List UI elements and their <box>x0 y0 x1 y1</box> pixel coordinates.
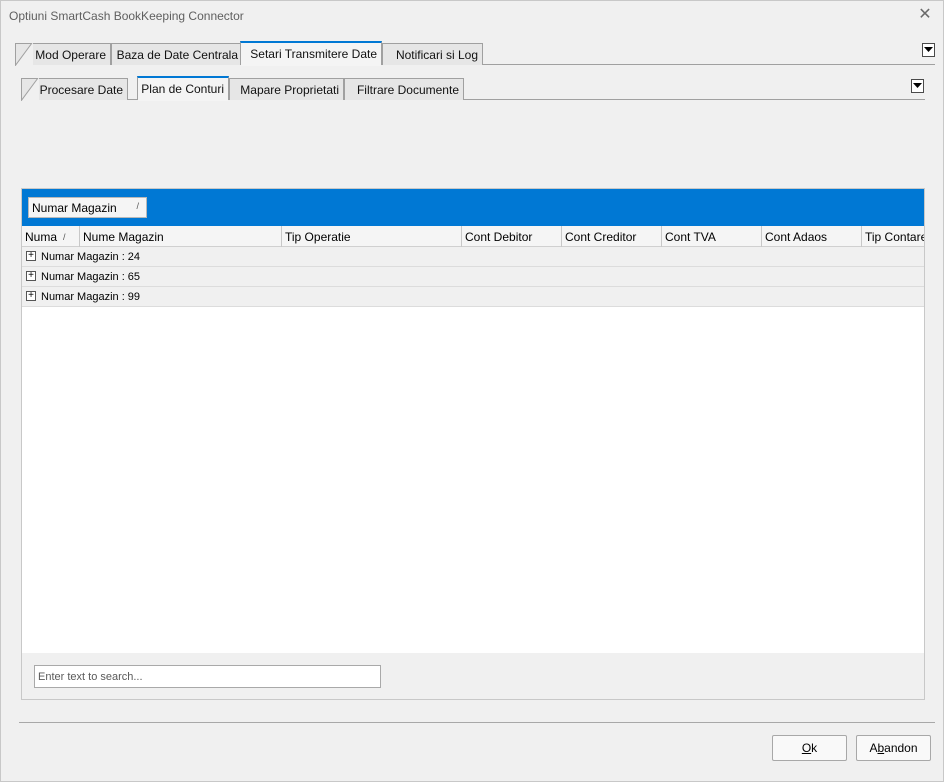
tab-label: Baza de Date Centrala <box>116 47 238 62</box>
button-mnemonic: b <box>877 741 885 755</box>
tab-label: Mod Operare <box>35 47 106 62</box>
sub-tabs-dropdown-button[interactable] <box>911 79 924 93</box>
column-header-numar[interactable]: Numa / <box>22 226 80 247</box>
accounts-grid: Numar Magazin / Numa / Nume Magazin Tip … <box>21 188 925 700</box>
divider <box>19 722 935 723</box>
main-tabs-dropdown-button[interactable] <box>922 43 935 57</box>
window-title: Optiuni SmartCash BookKeeping Connector <box>9 9 244 23</box>
tab-label: Mapare Proprietati <box>240 82 339 97</box>
ok-button[interactable]: Ok <box>772 735 847 761</box>
column-header-cont-adaos[interactable]: Cont Adaos <box>762 226 862 247</box>
group-row-label: Numar Magazin : 65 <box>41 271 141 283</box>
tab-procesare-date[interactable]: Procesare Date <box>21 78 128 101</box>
search-input[interactable] <box>34 665 381 688</box>
close-icon[interactable]: ✕ <box>915 5 935 25</box>
group-row-label: Numar Magazin : 24 <box>41 251 141 263</box>
tab-label: Filtrare Documente <box>356 82 459 97</box>
column-header-cont-creditor[interactable]: Cont Creditor <box>562 226 662 247</box>
column-header-cont-debitor[interactable]: Cont Debitor <box>462 226 562 247</box>
button-label: A <box>869 741 878 755</box>
tab-mod-operare[interactable]: Mod Operare <box>15 43 111 66</box>
expand-plus-icon[interactable]: + <box>26 251 36 261</box>
group-chip-label: Numar Magazin <box>32 200 117 215</box>
button-label: k <box>811 741 818 755</box>
column-header-tip-contare[interactable]: Tip Contare <box>862 226 925 247</box>
group-by-panel: Numar Magazin / <box>22 189 924 226</box>
column-header-row: Numa / Nume Magazin Tip Operatie Cont De… <box>22 226 924 247</box>
options-dialog: Optiuni SmartCash BookKeeping Connector … <box>0 0 944 782</box>
tab-baza-de-date-centrala[interactable]: Baza de Date Centrala <box>111 43 243 65</box>
dropdown-arrow-icon <box>924 47 933 52</box>
tab-setari-transmitere-date[interactable]: Setari Transmitere Date <box>240 41 382 66</box>
button-label: andon <box>884 741 918 755</box>
group-by-chip[interactable]: Numar Magazin / <box>28 197 147 218</box>
column-label: Nume Magazin <box>83 229 164 244</box>
search-panel <box>22 653 924 699</box>
title-bar: Optiuni SmartCash BookKeeping Connector … <box>1 1 943 31</box>
expand-plus-icon[interactable]: + <box>26 271 36 281</box>
group-row-label: Numar Magazin : 99 <box>41 291 141 303</box>
column-label: Cont Adaos <box>765 229 828 244</box>
column-label: Cont Debitor <box>465 229 533 244</box>
tab-label: Plan de Conturi <box>141 82 224 96</box>
button-mnemonic: O <box>801 741 812 755</box>
dropdown-arrow-icon <box>913 83 922 88</box>
tab-label: Notificari si Log <box>395 47 478 62</box>
column-label: Tip Operatie <box>285 229 351 244</box>
main-tab-strip: Mod Operare Baza de Date Centrala Setari… <box>15 41 935 66</box>
column-header-cont-tva[interactable]: Cont TVA <box>662 226 762 247</box>
abandon-button[interactable]: Ab andon <box>856 735 931 761</box>
tab-filtrare-documente[interactable]: Filtrare Documente <box>344 78 464 100</box>
expand-plus-icon[interactable]: + <box>26 291 36 301</box>
sub-tab-strip: Procesare Date Plan de Conturi Mapare Pr… <box>21 76 925 101</box>
tab-plan-de-conturi[interactable]: Plan de Conturi <box>137 76 229 101</box>
sort-indicator-icon: / <box>136 201 139 211</box>
tab-notificari-si-log[interactable]: Notificari si Log <box>382 43 483 65</box>
column-label: Numa <box>25 229 58 244</box>
group-row[interactable]: + Numar Magazin : 99 <box>22 287 924 307</box>
column-label: Cont Creditor <box>565 229 637 244</box>
group-row[interactable]: + Numar Magazin : 24 <box>22 247 924 267</box>
sort-indicator-icon: / <box>63 231 66 242</box>
column-header-tip-operatie[interactable]: Tip Operatie <box>282 226 462 247</box>
group-row[interactable]: + Numar Magazin : 65 <box>22 267 924 287</box>
tab-label: Procesare Date <box>39 82 123 97</box>
tab-mapare-proprietati[interactable]: Mapare Proprietati <box>229 78 344 100</box>
tab-label: Setari Transmitere Date <box>250 47 377 61</box>
column-label: Tip Contare <box>865 229 925 244</box>
column-header-nume-magazin[interactable]: Nume Magazin <box>80 226 282 247</box>
column-label: Cont TVA <box>665 229 716 244</box>
